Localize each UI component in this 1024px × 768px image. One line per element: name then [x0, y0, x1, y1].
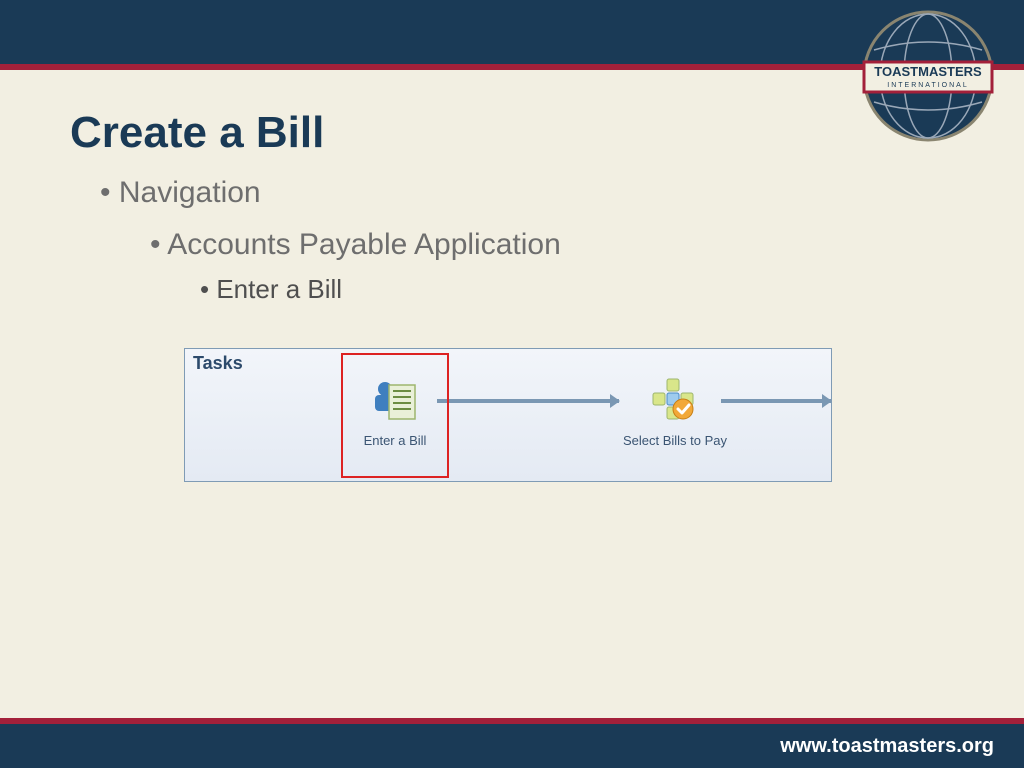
footer-url: www.toastmasters.org	[780, 735, 994, 758]
enter-bill-icon	[371, 377, 419, 425]
bullet-enter-bill: Enter a Bill	[200, 274, 964, 305]
toastmasters-logo: TOASTMASTERS INTERNATIONAL	[858, 6, 998, 146]
task-enter-bill[interactable]: Enter a Bill	[359, 377, 431, 448]
select-bills-icon	[651, 377, 699, 425]
flow-arrow-icon	[721, 399, 831, 403]
bullet-navigation: Navigation	[100, 176, 964, 210]
slide-title: Create a Bill	[70, 108, 324, 158]
task-enter-bill-label: Enter a Bill	[359, 433, 431, 448]
flow-arrow-icon	[437, 399, 619, 403]
task-select-bills-label: Select Bills to Pay	[615, 433, 735, 448]
footer-band: www.toastmasters.org	[0, 718, 1024, 768]
tasks-panel: Tasks Enter a Bill	[184, 348, 832, 482]
task-select-bills[interactable]: Select Bills to Pay	[615, 377, 735, 448]
bullet-accounts-payable: Accounts Payable Application	[150, 228, 964, 262]
logo-text-main: TOASTMASTERS	[874, 64, 982, 79]
slide: TOASTMASTERS INTERNATIONAL Create a Bill…	[0, 0, 1024, 768]
tasks-header: Tasks	[193, 353, 243, 374]
bullet-list: Navigation Accounts Payable Application …	[100, 176, 964, 305]
logo-text-sub: INTERNATIONAL	[887, 82, 969, 89]
